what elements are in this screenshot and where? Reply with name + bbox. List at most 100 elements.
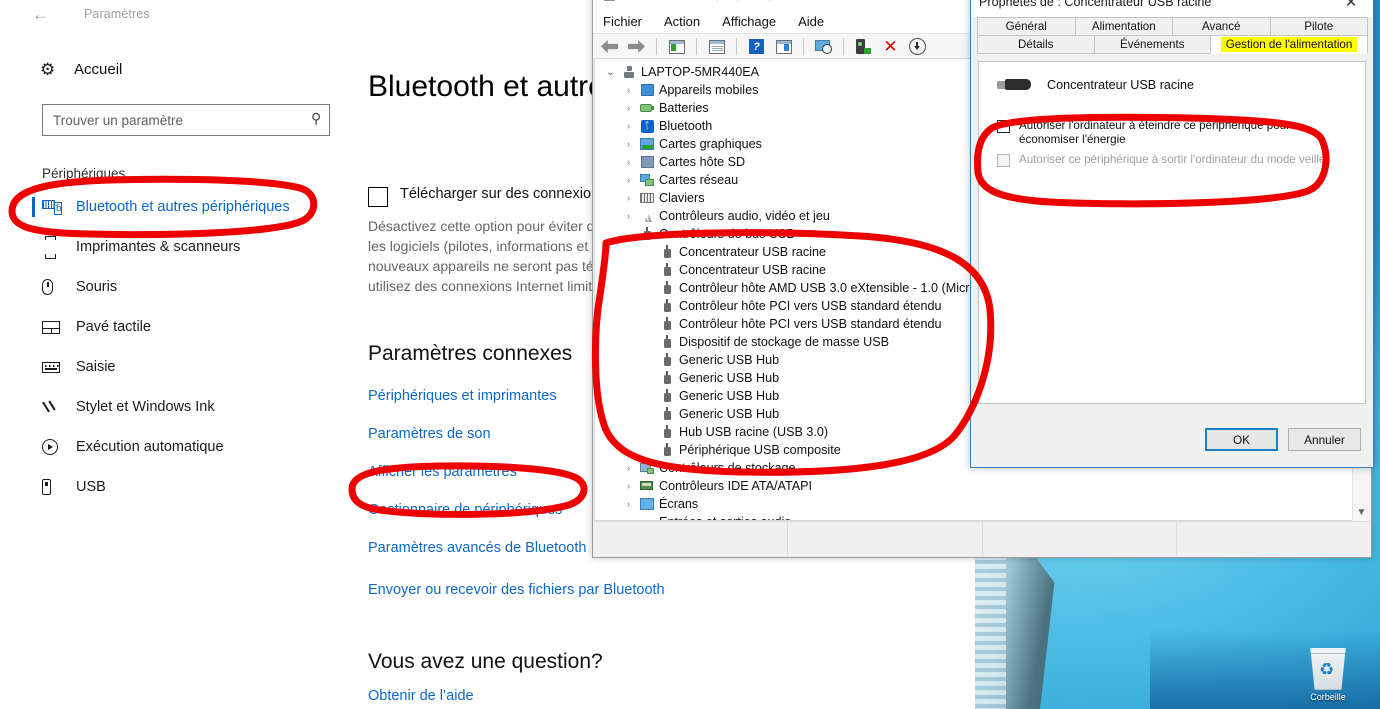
related-link-send-receive-files[interactable]: Envoyer ou recevoir des fichiers par Blu… xyxy=(368,582,975,598)
cancel-button[interactable]: Annuler xyxy=(1288,428,1361,451)
mouse-icon xyxy=(42,279,76,295)
sidebar-item-mouse[interactable]: Souris xyxy=(0,267,358,307)
uninstall-device-icon[interactable]: ✕ xyxy=(880,37,901,57)
chevron-right-icon[interactable]: › xyxy=(620,139,637,150)
allow-computer-turn-off-device-label: Autoriser l'ordinateur à éteindre ce pér… xyxy=(1019,119,1290,146)
battery-icon xyxy=(637,102,657,114)
sidebar-item-printers-scanners[interactable]: Imprimantes & scanneurs xyxy=(0,227,358,267)
chevron-right-icon[interactable]: › xyxy=(620,481,637,492)
device-tree-item-label: Contrôleur hôte PCI vers USB standard ét… xyxy=(679,299,942,313)
toolbar-separator xyxy=(803,38,804,55)
device-tree-item-label: Contrôleurs de stockage xyxy=(659,461,796,475)
close-icon[interactable]: ✕ xyxy=(1329,0,1373,17)
usb-icon xyxy=(657,371,677,385)
ok-button[interactable]: OK xyxy=(1205,428,1278,451)
device-tree-item[interactable]: › Contrôleurs IDE ATA/ATAPI xyxy=(602,477,1369,495)
tab-details[interactable]: Détails xyxy=(977,35,1095,54)
tab-power[interactable]: Alimentation xyxy=(1074,17,1173,36)
sidebar-item-label: Souris xyxy=(76,279,118,295)
chevron-down-icon[interactable]: ⌄ xyxy=(602,67,619,78)
tab-events[interactable]: Événements xyxy=(1093,35,1212,54)
device-tree-item-label: Generic USB Hub xyxy=(679,389,780,403)
recycle-symbol-icon: ♻ xyxy=(1319,660,1335,679)
device-tree-item-label: Generic USB Hub xyxy=(679,353,780,367)
autoplay-icon xyxy=(42,439,76,455)
usb-icon xyxy=(657,281,677,295)
usb-icon xyxy=(42,479,76,495)
usb-icon xyxy=(657,407,677,421)
sidebar-item-touchpad[interactable]: Pavé tactile xyxy=(0,307,358,347)
question-title: Vous avez une question? xyxy=(368,650,603,673)
properties-tab-content: Concentrateur USB racine Autoriser l'ord… xyxy=(978,61,1366,404)
properties-icon[interactable] xyxy=(706,37,727,57)
chevron-right-icon[interactable]: › xyxy=(620,85,637,96)
chevron-right-icon[interactable]: › xyxy=(620,121,637,132)
touchpad-icon xyxy=(42,320,76,334)
enable-device-icon[interactable] xyxy=(853,37,874,57)
chevron-down-icon[interactable]: ⌄ xyxy=(620,229,637,240)
chevron-right-icon[interactable]: › xyxy=(620,463,637,474)
gear-icon: ⚙ xyxy=(40,59,56,79)
search-input[interactable] xyxy=(42,104,330,136)
tab-general[interactable]: Général xyxy=(977,17,1076,36)
menu-view[interactable]: Affichage xyxy=(722,14,776,29)
tab-power-management[interactable]: Gestion de l'alimentation xyxy=(1210,35,1368,54)
device-tree-item[interactable]: › Écrans xyxy=(602,495,1369,513)
menu-action[interactable]: Action xyxy=(664,14,700,29)
chevron-right-icon[interactable]: › xyxy=(620,175,637,186)
back-arrow-icon[interactable]: ← xyxy=(32,6,58,23)
monitor-icon xyxy=(637,498,657,510)
update-driver-icon[interactable] xyxy=(773,37,794,57)
forward-arrow-icon[interactable] xyxy=(626,37,647,57)
allow-computer-turn-off-device-checkbox[interactable] xyxy=(997,120,1010,133)
back-arrow-icon[interactable] xyxy=(599,37,620,57)
sidebar-item-label: USB xyxy=(76,479,106,495)
device-name: Concentrateur USB racine xyxy=(1047,77,1194,92)
sidebar-item-pen-windows-ink[interactable]: Stylet et Windows Ink xyxy=(0,387,358,427)
chevron-right-icon[interactable]: › xyxy=(620,499,637,510)
sidebar-item-home[interactable]: ⚙ Accueil xyxy=(0,52,358,86)
get-help-link[interactable]: Obtenir de l’aide xyxy=(368,688,975,704)
chevron-right-icon[interactable]: › xyxy=(620,211,637,222)
chevron-right-icon[interactable]: › xyxy=(620,193,637,204)
toolbar-separator xyxy=(843,38,844,55)
menu-file[interactable]: Fichier xyxy=(603,14,642,29)
properties-tabs-row-1: Général Alimentation Avancé Pilote xyxy=(971,17,1373,36)
show-hide-console-tree-icon[interactable] xyxy=(666,37,687,57)
recycle-bin-icon[interactable]: ♻ Corbeille xyxy=(1300,648,1356,709)
chevron-right-icon[interactable]: › xyxy=(620,103,637,114)
device-tree-item-label: Generic USB Hub xyxy=(679,407,780,421)
device-manager-icon xyxy=(602,0,617,1)
device-tree-item-label: Contrôleurs audio, vidéo et jeu xyxy=(659,209,830,223)
chevron-right-icon[interactable]: › xyxy=(620,157,637,168)
sidebar-item-typing[interactable]: Saisie xyxy=(0,347,358,387)
chevron-down-icon[interactable]: ▼ xyxy=(1353,504,1370,521)
device-manager-title-text: Gestionnaire de périphériques xyxy=(624,0,791,1)
scan-hardware-changes-icon[interactable] xyxy=(813,37,834,57)
usb-icon xyxy=(657,245,677,259)
sidebar-item-usb[interactable]: USB xyxy=(0,467,358,507)
allow-computer-turn-off-device-row[interactable]: Autoriser l'ordinateur à éteindre ce pér… xyxy=(997,119,1353,147)
toolbar-separator xyxy=(736,38,737,55)
storage-controller-icon xyxy=(637,462,657,474)
statusbar-cell xyxy=(1177,522,1370,556)
search-box[interactable]: ⚲ xyxy=(42,104,330,136)
keyboard-icon xyxy=(637,193,657,203)
sidebar-item-bluetooth-devices[interactable]: Bluetooth et autres périphériques xyxy=(0,187,358,227)
add-legacy-hardware-icon[interactable] xyxy=(907,37,928,57)
help-icon[interactable]: ? xyxy=(746,37,767,57)
device-tree-item-label: Cartes graphiques xyxy=(659,137,762,151)
tab-advanced[interactable]: Avancé xyxy=(1172,17,1271,36)
search-icon[interactable]: ⚲ xyxy=(311,110,321,127)
tab-driver[interactable]: Pilote xyxy=(1269,17,1368,36)
recycle-bin-glyph: ♻ xyxy=(1310,648,1346,690)
pen-icon xyxy=(42,399,76,415)
device-tree-item-label: Contrôleur hôte AMD USB 3.0 eXtensible -… xyxy=(679,281,1001,295)
allow-device-wake-computer-row: Autoriser ce périphérique à sortir l'ord… xyxy=(997,153,1353,167)
display-adapter-icon xyxy=(637,138,657,150)
device-tree-item[interactable]: ›Entrées et sorties audio xyxy=(602,513,1369,520)
sidebar-item-autoplay[interactable]: Exécution automatique xyxy=(0,427,358,467)
metered-checkbox[interactable] xyxy=(368,187,388,207)
tab-power-management-label: Gestion de l'alimentation xyxy=(1220,37,1358,52)
menu-help[interactable]: Aide xyxy=(798,14,824,29)
